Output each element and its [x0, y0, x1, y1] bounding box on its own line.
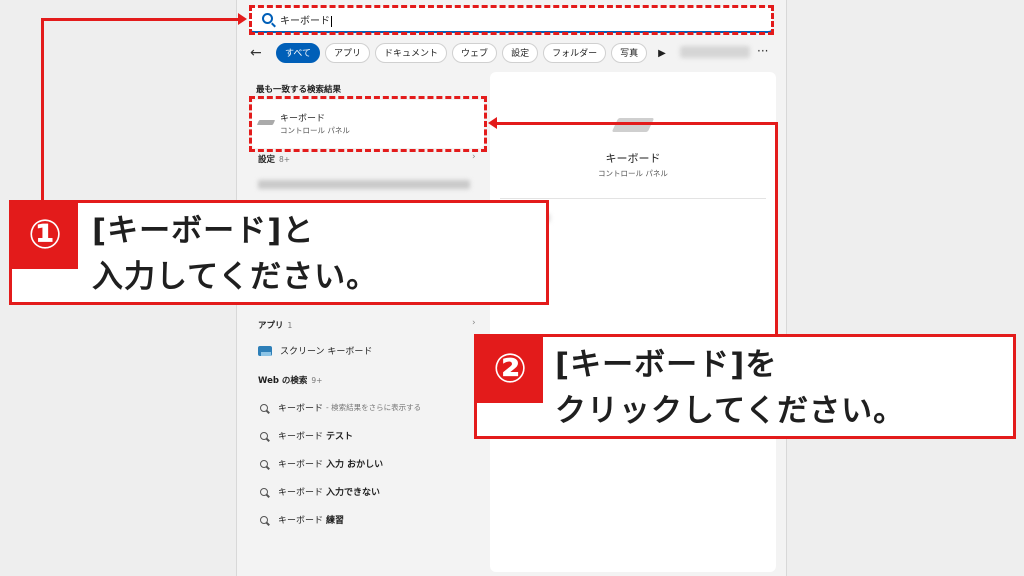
- step-number: ①: [12, 203, 78, 269]
- preview-title: キーボード: [605, 152, 661, 165]
- web-suggestion[interactable]: キーボード テスト: [260, 429, 353, 442]
- search-highlight: [249, 5, 774, 35]
- tab-web[interactable]: ウェブ: [452, 43, 498, 63]
- search-icon: [260, 487, 268, 496]
- keyboard-preview-icon: [611, 118, 655, 132]
- preview-pane: [490, 72, 776, 572]
- arrow-icon: [238, 13, 247, 25]
- tab-documents[interactable]: ドキュメント: [375, 43, 448, 63]
- tab-apps[interactable]: アプリ: [325, 43, 371, 63]
- chevron-right-icon[interactable]: ›: [472, 318, 476, 328]
- connector-line: [497, 122, 778, 125]
- best-match-heading: 最も一致する検索結果: [256, 85, 342, 95]
- settings-section-heading: 設定 8+: [258, 155, 291, 165]
- tab-photos[interactable]: 写真: [611, 43, 648, 63]
- preview-subtitle: コントロール パネル: [598, 169, 668, 178]
- more-options-icon[interactable]: ···: [757, 44, 768, 58]
- web-suggestion[interactable]: キーボード 入力できない: [260, 485, 380, 498]
- search-icon: [260, 431, 268, 440]
- back-arrow-icon[interactable]: ←: [250, 45, 270, 61]
- web-suggestion[interactable]: キーボード 入力 おかしい: [260, 457, 383, 470]
- web-suggestion[interactable]: キーボード 練習: [260, 513, 344, 526]
- web-section-heading: Web の検索 9+: [258, 376, 323, 386]
- apps-section-heading: アプリ 1: [258, 321, 293, 331]
- search-icon: [260, 459, 268, 468]
- web-suggestion[interactable]: キーボード - 検索結果をさらに表示する: [260, 401, 421, 414]
- search-icon: [260, 403, 268, 412]
- connector-line: [775, 122, 778, 334]
- arrow-icon: [488, 117, 497, 129]
- connector-line: [41, 18, 44, 200]
- preview-divider: [500, 198, 766, 199]
- connector-line: [41, 18, 239, 21]
- instruction-line: [キーボード]を: [555, 347, 778, 383]
- on-screen-keyboard-icon: [258, 345, 272, 356]
- tab-folders[interactable]: フォルダー: [543, 43, 607, 63]
- tab-settings[interactable]: 設定: [502, 43, 539, 63]
- best-match-highlight: [249, 96, 487, 152]
- app-result-on-screen-keyboard[interactable]: スクリーン キーボード: [258, 344, 372, 357]
- tab-all[interactable]: すべて: [276, 43, 321, 63]
- instruction-line: [キーボード]と: [92, 213, 315, 249]
- account-blurred: [680, 46, 750, 58]
- step-number: ②: [477, 337, 543, 403]
- settings-result-blurred[interactable]: [258, 180, 470, 189]
- instruction-line: クリックしてください。: [555, 393, 906, 429]
- instruction-callout-2: ② [キーボード]を クリックしてください。: [474, 334, 1016, 439]
- instruction-callout-1: ① [キーボード]と 入力してください。: [9, 200, 549, 305]
- chevron-right-icon[interactable]: ›: [472, 152, 476, 162]
- search-icon: [260, 515, 268, 524]
- more-filters-icon[interactable]: ▶: [658, 48, 666, 59]
- instruction-line: 入力してください。: [92, 259, 379, 295]
- filter-tabs: ← すべて アプリ ドキュメント ウェブ 設定 フォルダー 写真 ▶: [250, 42, 666, 64]
